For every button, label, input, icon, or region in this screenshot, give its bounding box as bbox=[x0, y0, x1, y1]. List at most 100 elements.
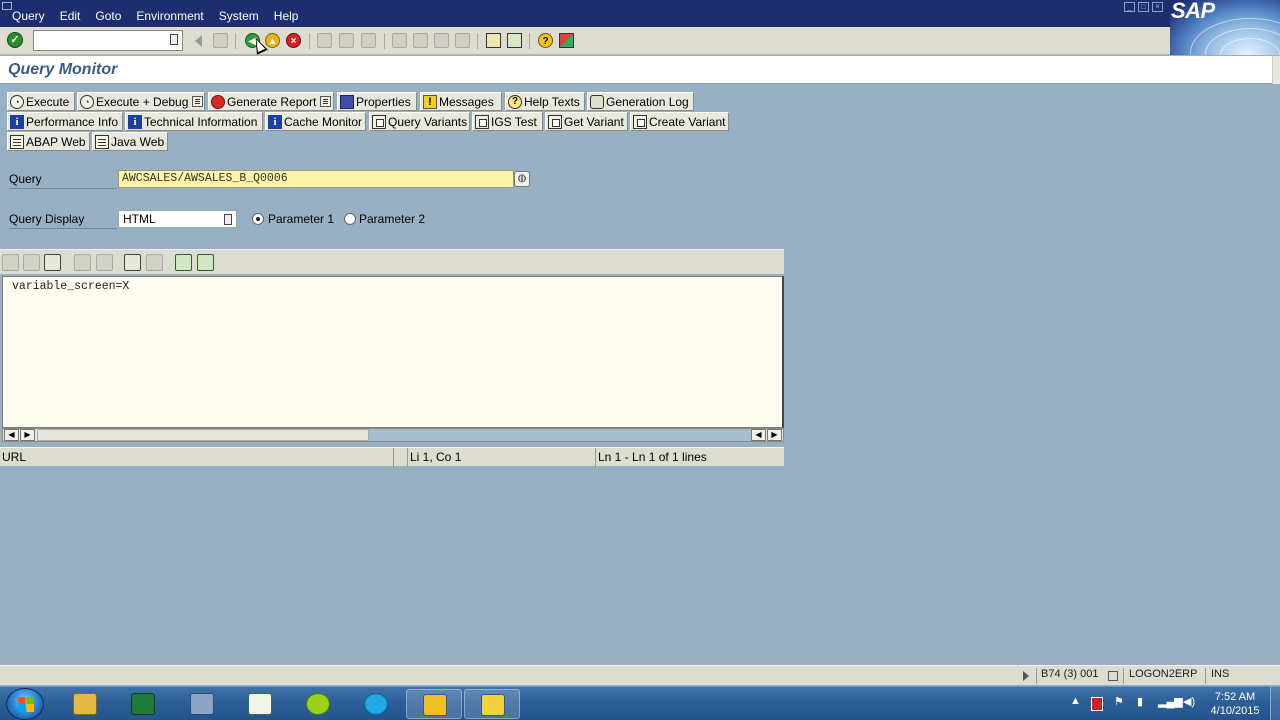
taskbar-app[interactable] bbox=[348, 689, 404, 719]
exit-icon[interactable]: ▲ bbox=[265, 33, 280, 48]
cache-monitor-button[interactable]: i Cache Monitor bbox=[265, 112, 366, 131]
save-local-file-icon[interactable] bbox=[197, 254, 214, 271]
system-clock[interactable]: 7:52 AM 4/10/2015 bbox=[1205, 690, 1265, 718]
copy-icon[interactable] bbox=[23, 254, 40, 271]
expand-status-icon[interactable] bbox=[1023, 671, 1029, 681]
command-dropdown-icon[interactable] bbox=[170, 34, 178, 45]
previous-page-icon[interactable] bbox=[413, 33, 428, 48]
text-editor[interactable]: variable_screen=X bbox=[2, 276, 784, 428]
create-session-icon[interactable] bbox=[486, 33, 501, 48]
windows-taskbar: ▲ ⚑ ▮ ▂▄▆ ◀) bbox=[0, 686, 1280, 720]
abap-web-button[interactable]: ABAP Web bbox=[7, 132, 90, 151]
taskbar-app[interactable] bbox=[232, 689, 288, 719]
performance-info-button[interactable]: i Performance Info bbox=[7, 112, 123, 131]
file-explorer-icon bbox=[73, 693, 97, 715]
properties-button[interactable]: Properties bbox=[337, 92, 417, 111]
menu-goto[interactable]: Goto bbox=[93, 9, 123, 23]
help-texts-button[interactable]: ? Help Texts bbox=[505, 92, 585, 111]
save-icon[interactable] bbox=[213, 33, 228, 48]
network-icon[interactable]: ▂▄▆ bbox=[1158, 695, 1183, 708]
performance-info-label: Performance Info bbox=[26, 114, 119, 129]
messages-button[interactable]: ! Messages bbox=[420, 92, 502, 111]
help-icon[interactable]: ? bbox=[538, 33, 553, 48]
igs-test-button[interactable]: IGS Test bbox=[472, 112, 543, 131]
get-variant-button[interactable]: Get Variant bbox=[545, 112, 628, 131]
menu-environment[interactable]: Environment bbox=[134, 9, 205, 23]
query-display-select[interactable]: HTML bbox=[118, 210, 237, 228]
sap-logo: SAP bbox=[1170, 0, 1280, 55]
print-icon[interactable] bbox=[317, 33, 332, 48]
generation-log-button[interactable]: Generation Log bbox=[587, 92, 694, 111]
customize-layout-icon[interactable] bbox=[559, 33, 574, 48]
query-input[interactable]: AWCSALES/AWSALES_B_Q0006 bbox=[118, 170, 514, 188]
first-page-icon[interactable] bbox=[392, 33, 407, 48]
menu-query[interactable]: Query bbox=[10, 9, 47, 23]
execute-debug-button[interactable]: ◔ Execute + Debug bbox=[77, 92, 205, 111]
dropdown-icon[interactable] bbox=[224, 214, 232, 225]
find-icon[interactable] bbox=[124, 254, 141, 271]
editor-status-line: URL Li 1, Co 1 Ln 1 - Ln 1 of 1 lines bbox=[0, 447, 784, 467]
power-icon[interactable]: ▮ bbox=[1137, 695, 1143, 708]
cut-icon[interactable] bbox=[2, 254, 19, 271]
help-texts-label: Help Texts bbox=[524, 94, 580, 109]
taskbar-app[interactable] bbox=[174, 689, 230, 719]
find-next-icon[interactable] bbox=[361, 33, 376, 48]
taskbar-app-active[interactable] bbox=[464, 689, 520, 719]
paste-icon[interactable] bbox=[44, 254, 61, 271]
taskbar-app[interactable] bbox=[290, 689, 346, 719]
find-icon[interactable] bbox=[339, 33, 354, 48]
value-help-icon[interactable]: ◍ bbox=[514, 171, 530, 187]
taskbar-app[interactable] bbox=[115, 689, 171, 719]
cancel-icon[interactable]: × bbox=[286, 33, 301, 48]
info-icon: i bbox=[128, 114, 142, 129]
standard-toolbar: ✓ ◀ ▲ × ? bbox=[0, 27, 1170, 55]
scroll-thumb[interactable] bbox=[37, 429, 369, 441]
generate-report-button[interactable]: Generate Report bbox=[208, 92, 334, 111]
technical-information-label: Technical Information bbox=[144, 114, 258, 129]
log-icon bbox=[590, 94, 604, 109]
minimize-icon[interactable]: _ bbox=[1124, 2, 1135, 12]
scroll-left-end-icon[interactable]: ◀ bbox=[751, 429, 766, 441]
java-web-button[interactable]: Java Web bbox=[92, 132, 168, 151]
menu-edit[interactable]: Edit bbox=[58, 9, 83, 23]
maximize-icon[interactable]: □ bbox=[1138, 2, 1149, 12]
scroll-left-icon[interactable]: ◀ bbox=[4, 429, 19, 441]
taskbar-app-active[interactable] bbox=[406, 689, 462, 719]
redo-icon[interactable] bbox=[96, 254, 113, 271]
document-icon bbox=[10, 134, 24, 149]
query-input-value: AWCSALES/AWSALES_B_Q0006 bbox=[122, 172, 288, 185]
find-next-icon[interactable] bbox=[146, 254, 163, 271]
scroll-right-icon[interactable]: ▶ bbox=[20, 429, 35, 441]
sap-gui-icon bbox=[481, 694, 505, 716]
close-icon[interactable]: × bbox=[1152, 2, 1163, 12]
technical-information-button[interactable]: i Technical Information bbox=[125, 112, 263, 131]
system-list-icon[interactable] bbox=[1108, 671, 1118, 681]
scroll-track[interactable] bbox=[369, 429, 751, 441]
taskbar-app[interactable] bbox=[57, 689, 113, 719]
show-hidden-icons-icon[interactable]: ▲ bbox=[1070, 695, 1081, 707]
last-page-icon[interactable] bbox=[455, 33, 470, 48]
query-variants-button[interactable]: Query Variants bbox=[369, 112, 470, 131]
next-page-icon[interactable] bbox=[434, 33, 449, 48]
create-variant-button[interactable]: Create Variant bbox=[630, 112, 729, 131]
execute-button[interactable]: ◔ Execute bbox=[7, 92, 75, 111]
tray-app-icon[interactable] bbox=[1091, 697, 1103, 711]
enter-icon[interactable]: ✓ bbox=[7, 32, 23, 48]
horizontal-scrollbar[interactable]: ◀ ▶ ◀ ▶ bbox=[2, 428, 784, 442]
scroll-right-end-icon[interactable]: ▶ bbox=[767, 429, 782, 441]
start-button[interactable] bbox=[6, 688, 44, 720]
action-center-icon[interactable]: ⚑ bbox=[1114, 695, 1124, 708]
parameter-1-label: Parameter 1 bbox=[268, 212, 335, 226]
menu-system[interactable]: System bbox=[217, 9, 261, 23]
back-icon[interactable] bbox=[195, 35, 202, 47]
parameter-1-radio[interactable] bbox=[252, 213, 264, 225]
show-desktop-button[interactable] bbox=[1270, 686, 1280, 720]
menu-help[interactable]: Help bbox=[272, 9, 301, 23]
volume-icon[interactable]: ◀) bbox=[1183, 695, 1195, 708]
undo-icon[interactable] bbox=[74, 254, 91, 271]
load-local-file-icon[interactable] bbox=[175, 254, 192, 271]
vertical-scrollbar[interactable] bbox=[1272, 56, 1280, 84]
parameter-2-radio[interactable] bbox=[344, 213, 356, 225]
command-field[interactable] bbox=[33, 30, 183, 51]
shortcut-icon[interactable] bbox=[507, 33, 522, 48]
